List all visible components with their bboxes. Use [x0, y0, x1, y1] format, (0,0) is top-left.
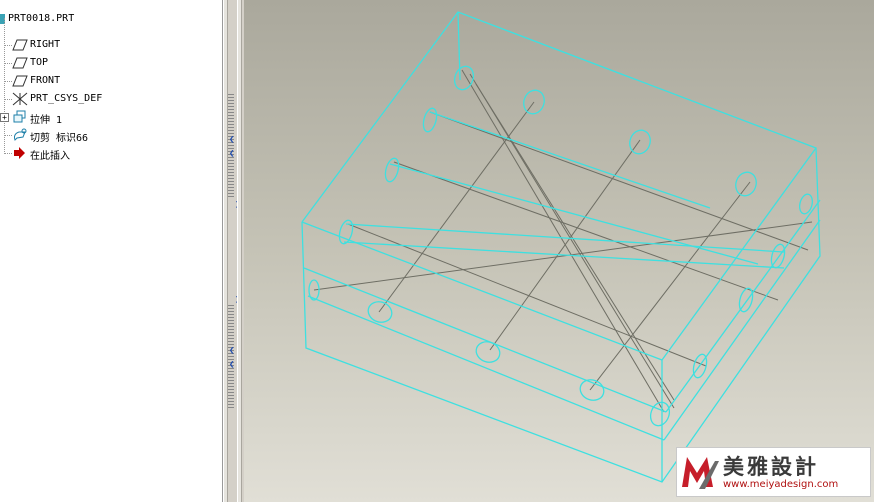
tree-item-label: TOP — [30, 57, 49, 68]
expand-plus-icon[interactable]: + — [0, 113, 9, 122]
model-tree-panel: PRT0018.PRT RIGHT TOP FRONT PRT_CSYS_DEF… — [0, 0, 223, 502]
tree-item-front[interactable]: FRONT — [0, 72, 222, 90]
collapse-arrow-icon[interactable]: ❮ — [229, 150, 237, 159]
collapse-arrow-icon[interactable]: ❮ — [229, 136, 237, 145]
part-wireframe — [301, 11, 821, 483]
tree-item-cut[interactable]: 切剪 标识66 — [0, 126, 222, 144]
splitter-grip-upper[interactable] — [228, 94, 234, 198]
tree-item-label: 切剪 标识66 — [30, 133, 89, 144]
watermark-title: 美雅設計 — [723, 455, 819, 479]
datum-plane-icon — [12, 56, 28, 70]
tree-item-csys[interactable]: PRT_CSYS_DEF — [0, 90, 222, 108]
collapse-arrow-icon[interactable]: ❮ — [229, 347, 237, 356]
tree-root-label: PRT0018.PRT — [8, 13, 75, 24]
tree-item-extrude[interactable]: + 拉伸 1 — [0, 108, 222, 126]
tree-item-label: PRT_CSYS_DEF — [30, 93, 103, 104]
tree-item-right[interactable]: RIGHT — [0, 36, 222, 54]
extrude-feature-icon — [12, 110, 28, 124]
insert-here-icon — [12, 146, 28, 160]
watermark-banner: 美雅設計 www.meiyadesign.com — [676, 447, 871, 497]
tree-item-insert-here[interactable]: 在此插入 — [0, 144, 222, 162]
tree-item-label: FRONT — [30, 75, 61, 86]
datum-plane-icon — [12, 38, 28, 52]
splitter-grip-lower[interactable] — [228, 305, 234, 409]
watermark-url: www.meiyadesign.com — [723, 479, 839, 490]
graphics-viewport[interactable] — [244, 0, 874, 502]
tree-item-label: 拉伸 1 — [30, 115, 63, 126]
coordinate-system-icon — [12, 92, 28, 106]
model-edges — [301, 11, 821, 483]
tree-item-top[interactable]: TOP — [0, 54, 222, 72]
panel-splitter[interactable]: ❮ ❮ ❯ ❯ ❮ ❮ — [223, 0, 244, 502]
datum-plane-icon — [12, 74, 28, 88]
meiya-logo-icon — [679, 451, 721, 493]
tree-item-label: 在此插入 — [30, 151, 70, 162]
cut-feature-icon — [12, 128, 28, 142]
collapse-arrow-icon[interactable]: ❮ — [229, 361, 237, 370]
hidden-hole-axes — [313, 69, 813, 413]
tree-root-part[interactable]: PRT0018.PRT — [0, 10, 222, 28]
tree-item-label: RIGHT — [30, 39, 61, 50]
